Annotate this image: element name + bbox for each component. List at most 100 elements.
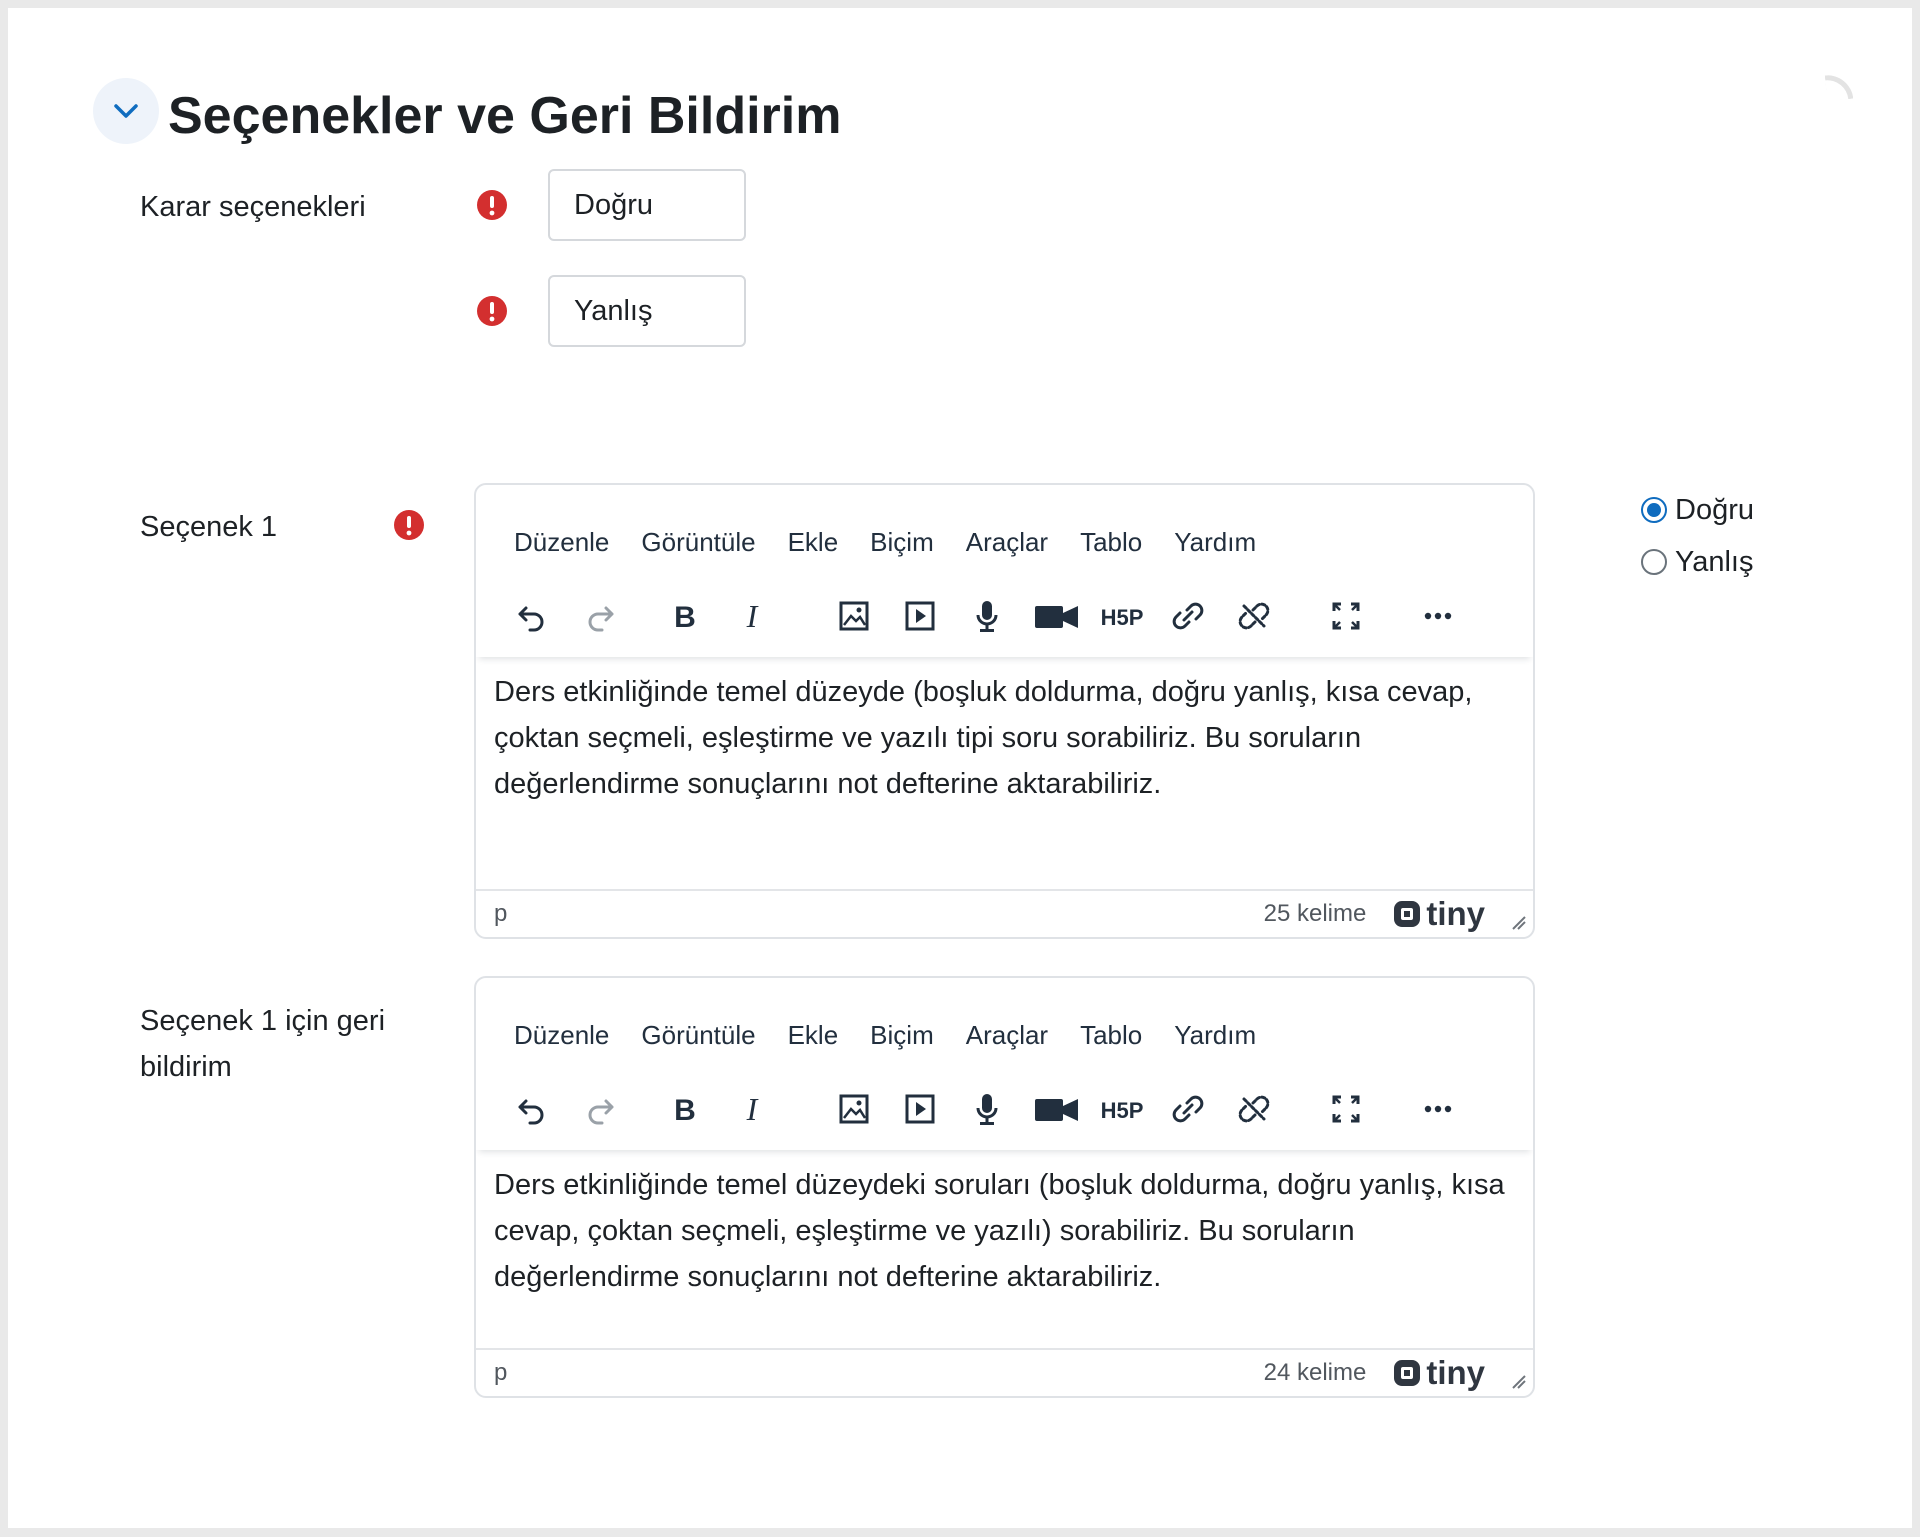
menu-tools[interactable]: Araçlar xyxy=(950,1012,1064,1058)
record-audio-button[interactable] xyxy=(961,590,1013,642)
decision-options-label: Karar seçenekleri xyxy=(140,191,366,223)
tiny-logo-icon xyxy=(1394,901,1421,927)
microphone-icon xyxy=(976,1092,998,1127)
radio-false[interactable]: Yanlış xyxy=(1641,542,1753,582)
menu-edit[interactable]: Düzenle xyxy=(498,1012,625,1058)
redo-button[interactable] xyxy=(574,590,626,642)
more-icon xyxy=(1424,612,1452,620)
link-button[interactable] xyxy=(1162,590,1214,642)
fullscreen-icon xyxy=(1332,602,1360,630)
editor-toolbar xyxy=(476,575,1533,657)
editor-menubar: Düzenle Görüntüle Ekle Biçim Araçlar Tab… xyxy=(476,485,1533,575)
menu-table[interactable]: Tablo xyxy=(1064,519,1158,565)
microphone-icon xyxy=(976,599,998,634)
editor-content[interactable]: Ders etkinliğinde temel düzeydeki sorula… xyxy=(476,1150,1533,1348)
media-icon xyxy=(905,1094,935,1124)
h5p-button[interactable] xyxy=(1096,590,1148,642)
more-icon xyxy=(1424,1105,1452,1113)
undo-button[interactable] xyxy=(506,1083,558,1135)
menu-edit[interactable]: Düzenle xyxy=(498,519,625,565)
image-button[interactable] xyxy=(828,1083,880,1135)
menu-help[interactable]: Yardım xyxy=(1158,519,1272,565)
editor-statusbar: p 25 kelime tiny xyxy=(476,889,1533,937)
radio-true-button[interactable] xyxy=(1641,497,1667,523)
menu-view[interactable]: Görüntüle xyxy=(625,519,771,565)
unlink-button[interactable] xyxy=(1228,1083,1280,1135)
tiny-brand[interactable]: tiny xyxy=(1392,1354,1485,1392)
undo-button[interactable] xyxy=(506,590,558,642)
h5p-icon xyxy=(1100,1098,1144,1123)
tiny-brand[interactable]: tiny xyxy=(1392,895,1485,933)
bold-icon xyxy=(674,1094,696,1127)
choice-1-label: Seçenek 1 xyxy=(140,511,278,543)
option-false-input[interactable]: Yanlış xyxy=(548,275,746,347)
h5p-button[interactable] xyxy=(1096,1083,1148,1135)
required-error-icon xyxy=(477,296,507,326)
italic-button[interactable] xyxy=(726,1083,778,1135)
element-path[interactable]: p xyxy=(494,900,1264,928)
menu-insert[interactable]: Ekle xyxy=(772,1012,855,1058)
italic-icon xyxy=(745,598,759,634)
fullscreen-button[interactable] xyxy=(1320,1083,1372,1135)
media-button[interactable] xyxy=(894,1083,946,1135)
unlink-icon xyxy=(1238,602,1270,630)
word-count[interactable]: 25 kelime xyxy=(1264,900,1367,928)
menu-view[interactable]: Görüntüle xyxy=(625,1012,771,1058)
menu-table[interactable]: Tablo xyxy=(1064,1012,1158,1058)
video-camera-icon xyxy=(1035,1099,1078,1121)
feedback-1-label: Seçenek 1 için geri bildirim xyxy=(140,1005,386,1083)
more-button[interactable] xyxy=(1412,1083,1464,1135)
feedback-1-editor: Düzenle Görüntüle Ekle Biçim Araçlar Tab… xyxy=(474,976,1535,1398)
bold-button[interactable] xyxy=(659,1083,711,1135)
fullscreen-button[interactable] xyxy=(1320,590,1372,642)
link-icon xyxy=(1172,1095,1204,1123)
required-error-icon xyxy=(394,510,424,540)
radio-true-label: Doğru xyxy=(1675,494,1754,526)
redo-button[interactable] xyxy=(574,1083,626,1135)
record-audio-button[interactable] xyxy=(961,1083,1013,1135)
undo-icon xyxy=(518,1099,544,1125)
menu-tools[interactable]: Araçlar xyxy=(950,519,1064,565)
more-button[interactable] xyxy=(1412,590,1464,642)
radio-false-button[interactable] xyxy=(1641,549,1667,575)
editor-toolbar xyxy=(476,1068,1533,1150)
redo-icon xyxy=(588,606,614,632)
menu-insert[interactable]: Ekle xyxy=(772,519,855,565)
unlink-icon xyxy=(1238,1095,1270,1123)
unlink-button[interactable] xyxy=(1228,590,1280,642)
radio-false-label: Yanlış xyxy=(1675,546,1754,578)
element-path[interactable]: p xyxy=(494,1359,1264,1387)
italic-button[interactable] xyxy=(726,590,778,642)
required-error-icon xyxy=(477,190,507,220)
choice-1-editor: Düzenle Görüntüle Ekle Biçim Araçlar Tab… xyxy=(474,483,1535,939)
form-panel: Seçenekler ve Geri Bildirim Karar seçene… xyxy=(8,8,1912,1528)
bold-button[interactable] xyxy=(659,590,711,642)
radio-true[interactable]: Doğru xyxy=(1641,490,1754,530)
chevron-down-icon xyxy=(114,104,138,118)
menu-help[interactable]: Yardım xyxy=(1158,1012,1272,1058)
record-video-button[interactable] xyxy=(1028,1083,1086,1135)
media-button[interactable] xyxy=(894,590,946,642)
menu-format[interactable]: Biçim xyxy=(854,519,950,565)
option-true-input[interactable]: Doğru xyxy=(548,169,746,241)
editor-content[interactable]: Ders etkinliğinde temel düzeyde (boşluk … xyxy=(476,657,1533,889)
link-button[interactable] xyxy=(1162,1083,1214,1135)
h5p-icon xyxy=(1100,605,1144,630)
tiny-logo-icon xyxy=(1394,1360,1421,1386)
link-icon xyxy=(1172,602,1204,630)
record-video-button[interactable] xyxy=(1028,590,1086,642)
section-title: Seçenekler ve Geri Bildirim xyxy=(168,87,842,145)
image-button[interactable] xyxy=(828,590,880,642)
undo-icon xyxy=(518,606,544,632)
word-count[interactable]: 24 kelime xyxy=(1264,1359,1367,1387)
menu-format[interactable]: Biçim xyxy=(854,1012,950,1058)
redo-icon xyxy=(588,1099,614,1125)
editor-menubar: Düzenle Görüntüle Ekle Biçim Araçlar Tab… xyxy=(476,978,1533,1068)
collapse-section-button[interactable] xyxy=(93,78,159,144)
resize-handle-icon[interactable] xyxy=(1511,915,1527,931)
resize-handle-icon[interactable] xyxy=(1511,1374,1527,1390)
italic-icon xyxy=(745,1091,759,1127)
image-icon xyxy=(839,1094,869,1124)
media-icon xyxy=(905,601,935,631)
fullscreen-icon xyxy=(1332,1095,1360,1123)
